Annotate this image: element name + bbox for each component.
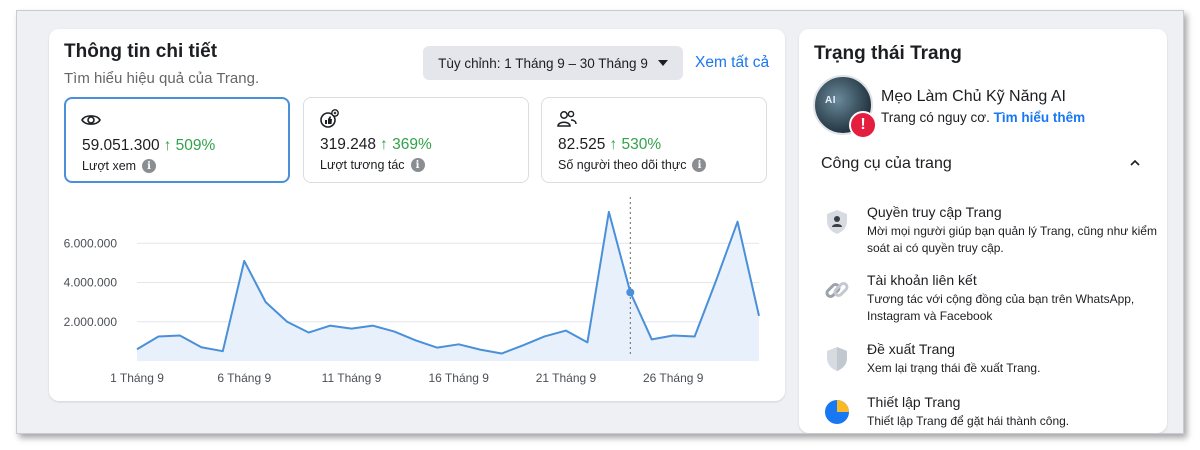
- y-tick-label: 2.000.000: [64, 315, 118, 329]
- x-tick-label: 16 Tháng 9: [428, 371, 489, 385]
- page-risk-status: Trang có nguy cơ. Tìm hiểu thêm: [881, 110, 1085, 125]
- screenshot-frame: Thông tin chi tiết Tìm hiểu hiệu quả của…: [16, 10, 1184, 434]
- hover-point: [626, 288, 635, 297]
- tool-name: Đề xuất Trang: [867, 341, 955, 357]
- x-tick-label: 1 Tháng 9: [110, 371, 164, 385]
- person-icon: [827, 210, 847, 234]
- pie-icon: [825, 400, 849, 424]
- avatar-text: AI: [825, 95, 836, 106]
- y-tick-label: 6.000.000: [64, 236, 118, 250]
- y-tick-label: 4.000.000: [64, 276, 118, 290]
- page-status-card: Trạng thái Trang AI ! Mẹo Làm Chủ Kỹ Năn…: [799, 29, 1167, 433]
- shield-icon: [827, 347, 847, 371]
- tool-description: Thiết lập Trang để gặt hái thành công.: [867, 414, 1070, 428]
- insights-card: Thông tin chi tiết Tìm hiểu hiệu quả của…: [49, 29, 785, 401]
- tool-name: Thiết lập Trang: [867, 394, 961, 410]
- tool-name: Tài khoản liên kết: [867, 272, 977, 288]
- page-tools-heading: Công cụ của trang: [821, 155, 952, 172]
- learn-more-link[interactable]: Tìm hiểu thêm: [994, 110, 1086, 125]
- area-fill: [137, 211, 759, 361]
- tool-name: Quyền truy cập Trang: [867, 204, 1002, 220]
- x-tick-label: 26 Tháng 9: [643, 371, 704, 385]
- tool-description: Xem lại trạng thái đề xuất Trang.: [867, 361, 1041, 375]
- x-tick-label: 21 Tháng 9: [536, 371, 597, 385]
- status-text: Trang có nguy cơ.: [881, 110, 990, 125]
- warning-icon: !: [849, 111, 877, 139]
- page-status-title: Trạng thái Trang: [814, 43, 962, 64]
- tool-description: Tương tác với cộng đồng của bạn trên Wha…: [867, 292, 1135, 323]
- link-icon: [825, 282, 849, 298]
- chevron-up-icon[interactable]: [1127, 155, 1143, 171]
- tool-description: Mời mọi người giúp bạn quản lý Trang, cũ…: [867, 224, 1157, 255]
- views-chart[interactable]: 2.000.000 4.000.000 6.000.000 1 Tháng 9 6 Th…: [49, 29, 785, 401]
- x-tick-label: 11 Tháng 9: [322, 371, 382, 385]
- page-name[interactable]: Mẹo Làm Chủ Kỹ Năng AI: [881, 88, 1066, 106]
- x-tick-label: 6 Tháng 9: [217, 371, 271, 385]
